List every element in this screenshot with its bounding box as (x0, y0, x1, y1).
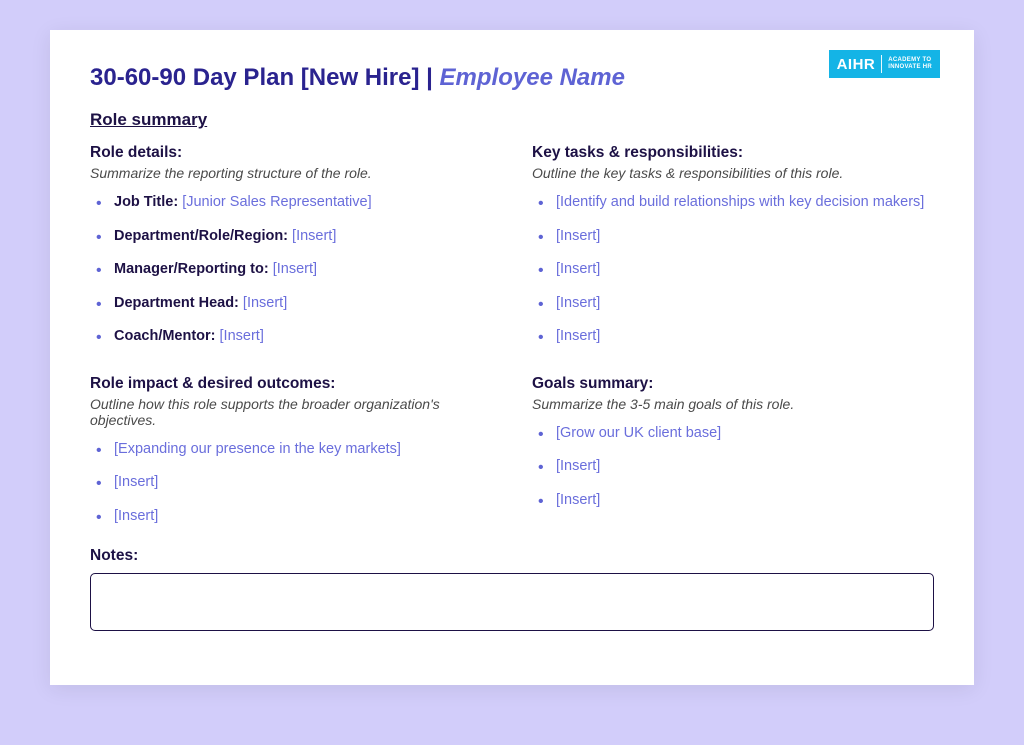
list-item: Job Title: [Junior Sales Representative] (114, 193, 492, 213)
document-page: AIHR ACADEMY TO INNOVATE HR 30-60-90 Day… (50, 30, 974, 685)
logo-divider (881, 55, 882, 73)
item-value: [Junior Sales Representative] (182, 194, 371, 210)
list-item: Department/Role/Region: [Insert] (114, 227, 492, 247)
notes-input[interactable] (90, 573, 934, 631)
list-item: [Insert] (556, 227, 934, 247)
goals-list: [Grow our UK client base] [Insert] [Inse… (532, 424, 934, 511)
role-details-heading: Role details: (90, 144, 492, 162)
list-item: [Expanding our presence in the key marke… (114, 440, 492, 460)
logo-text: AIHR (837, 56, 876, 73)
list-item: [Insert] (114, 507, 492, 527)
columns-top: Role details: Summarize the reporting st… (90, 144, 934, 361)
col-role-details: Role details: Summarize the reporting st… (90, 144, 492, 361)
list-item: [Insert] (114, 473, 492, 493)
role-details-desc: Summarize the reporting structure of the… (90, 165, 492, 181)
list-item: Manager/Reporting to: [Insert] (114, 260, 492, 280)
page-title: 30-60-90 Day Plan [New Hire] | Employee … (90, 64, 934, 92)
item-value: [Insert] (273, 261, 317, 277)
role-details-list: Job Title: [Junior Sales Representative]… (90, 193, 492, 347)
list-item: [Insert] (556, 327, 934, 347)
list-item: [Insert] (556, 260, 934, 280)
key-tasks-desc: Outline the key tasks & responsibilities… (532, 165, 934, 181)
col-goals: Goals summary: Summarize the 3-5 main go… (532, 375, 934, 541)
columns-bottom: Role impact & desired outcomes: Outline … (90, 375, 934, 541)
list-item: Coach/Mentor: [Insert] (114, 327, 492, 347)
list-item: [Identify and build relationships with k… (556, 193, 934, 213)
brand-logo: AIHR ACADEMY TO INNOVATE HR (829, 50, 940, 78)
item-label: Coach/Mentor: (114, 328, 220, 344)
key-tasks-heading: Key tasks & responsibilities: (532, 144, 934, 162)
role-impact-heading: Role impact & desired outcomes: (90, 375, 492, 393)
item-label: Job Title: (114, 194, 182, 210)
section-role-summary: Role summary (90, 110, 934, 130)
list-item: [Insert] (556, 457, 934, 477)
role-impact-desc: Outline how this role supports the broad… (90, 396, 492, 428)
key-tasks-list: [Identify and build relationships with k… (532, 193, 934, 347)
item-label: Department/Role/Region: (114, 228, 292, 244)
col-key-tasks: Key tasks & responsibilities: Outline th… (532, 144, 934, 361)
goals-desc: Summarize the 3-5 main goals of this rol… (532, 396, 934, 412)
list-item: Department Head: [Insert] (114, 294, 492, 314)
goals-heading: Goals summary: (532, 375, 934, 393)
item-value: [Insert] (243, 295, 287, 311)
item-label: Manager/Reporting to: (114, 261, 273, 277)
list-item: [Grow our UK client base] (556, 424, 934, 444)
title-employee-name: Employee Name (440, 64, 625, 91)
item-label: Department Head: (114, 295, 243, 311)
title-plan: 30-60-90 Day Plan [New Hire] | (90, 64, 440, 91)
item-value: [Insert] (292, 228, 336, 244)
role-impact-list: [Expanding our presence in the key marke… (90, 440, 492, 527)
col-role-impact: Role impact & desired outcomes: Outline … (90, 375, 492, 541)
item-value: [Insert] (220, 328, 264, 344)
notes-heading: Notes: (90, 547, 934, 565)
list-item: [Insert] (556, 294, 934, 314)
logo-subtext: ACADEMY TO INNOVATE HR (888, 57, 932, 70)
list-item: [Insert] (556, 491, 934, 511)
